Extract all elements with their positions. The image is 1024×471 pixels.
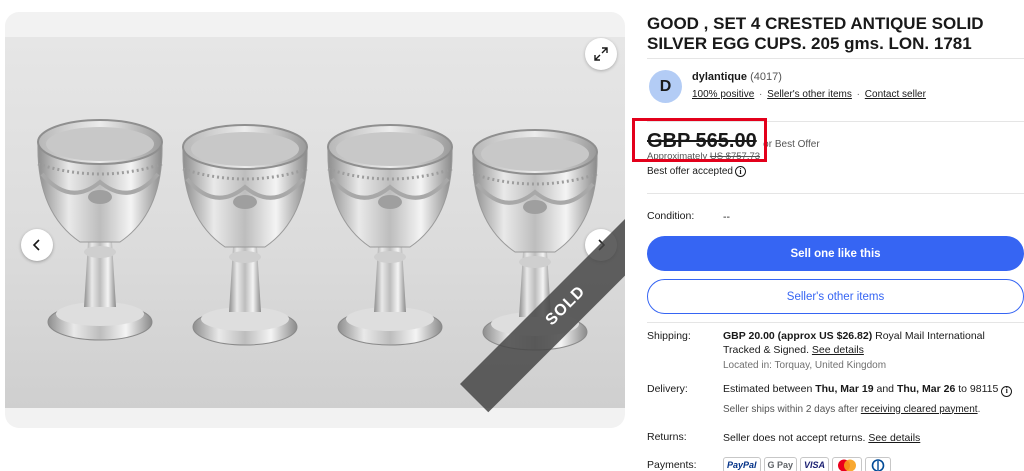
item-location: Located in: Torquay, United Kingdom	[723, 360, 887, 371]
item-details-panel: GOOD , SET 4 CRESTED ANTIQUE SOLID SILVE…	[647, 0, 1024, 471]
delivery-suffix: to 98115	[955, 383, 1002, 395]
separator: ·	[759, 89, 763, 100]
item-title: GOOD , SET 4 CRESTED ANTIQUE SOLID SILVE…	[647, 14, 984, 53]
delivery-prefix: Estimated between	[723, 383, 816, 395]
separator: ·	[856, 89, 861, 100]
sellers-other-items-button[interactable]: Seller's other items	[647, 279, 1024, 314]
delivery-value: Estimated between Thu, Mar 19 and Thu, M…	[723, 382, 1024, 417]
ships-within: Seller ships within 2 days after receivi…	[723, 403, 1024, 417]
paypal-logo: PayPal	[723, 457, 761, 471]
seller-name-link[interactable]: dylantique	[692, 71, 747, 83]
contact-seller-link[interactable]: Contact seller	[865, 89, 926, 100]
seller-other-items-link[interactable]: Seller's other items	[767, 89, 852, 100]
ships-suffix: .	[977, 403, 981, 415]
visa-logo: VISA	[800, 457, 830, 471]
shipping-cost: GBP 20.00 (approx US $26.82)	[723, 330, 873, 342]
shipping-details-link[interactable]: See details	[812, 344, 864, 356]
divider	[647, 193, 1024, 194]
delivery-date-start: Thu, Mar 19	[815, 383, 874, 395]
divider	[647, 322, 1024, 323]
diners-logo	[865, 457, 892, 471]
shipping-value: GBP 20.00 (approx US $26.82) Royal Mail …	[723, 329, 1024, 373]
returns-label: Returns:	[647, 431, 687, 443]
info-icon[interactable]: i	[734, 166, 746, 177]
chevron-left-icon	[32, 239, 40, 251]
positive-feedback-link[interactable]: 100% positive	[692, 89, 754, 100]
shipping-label: Shipping:	[647, 330, 691, 342]
payment-methods: PayPal G Pay VISA	[723, 457, 892, 471]
best-offer-tag: or Best Offer	[763, 139, 820, 150]
condition-label: Condition:	[647, 210, 695, 222]
cleared-payment-link[interactable]: receiving cleared payment	[861, 404, 978, 415]
delivery-and: and	[873, 383, 897, 395]
delivery-label: Delivery:	[647, 383, 688, 395]
sell-one-like-this-button[interactable]: Sell one like this	[647, 236, 1024, 271]
image-gallery: SOLD	[5, 12, 625, 428]
info-icon[interactable]: i	[1001, 385, 1013, 397]
google-pay-logo: G Pay	[763, 457, 798, 471]
seller-feedback-count: (4017)	[750, 71, 782, 83]
expand-icon	[594, 47, 608, 61]
previous-image-button[interactable]	[21, 229, 53, 261]
payments-label: Payments:	[647, 459, 697, 471]
seller-card: D dylantique (4017) 100% positive · Sell…	[647, 58, 1024, 122]
diners-icon	[871, 458, 885, 471]
mastercard-logo	[832, 457, 863, 471]
offer-accepted-label: Best offer accepted	[647, 166, 733, 177]
returns-value: Seller does not accept returns. See deta…	[723, 431, 1024, 445]
ships-prefix: Seller ships within 2 days after	[723, 403, 861, 415]
price-highlight-box	[632, 118, 767, 162]
returns-details-link[interactable]: See details	[868, 432, 920, 444]
seller-avatar[interactable]: D	[649, 70, 682, 103]
seller-links: 100% positive · Seller's other items · C…	[692, 89, 926, 100]
seller-name-row: dylantique (4017)	[692, 71, 782, 83]
delivery-date-end: Thu, Mar 26	[896, 383, 956, 395]
condition-value: --	[723, 211, 730, 223]
mastercard-icon	[838, 459, 857, 471]
returns-text: Seller does not accept returns.	[723, 432, 869, 444]
best-offer-accepted: Best offer accepted i	[647, 166, 746, 177]
expand-image-button[interactable]	[585, 38, 617, 70]
